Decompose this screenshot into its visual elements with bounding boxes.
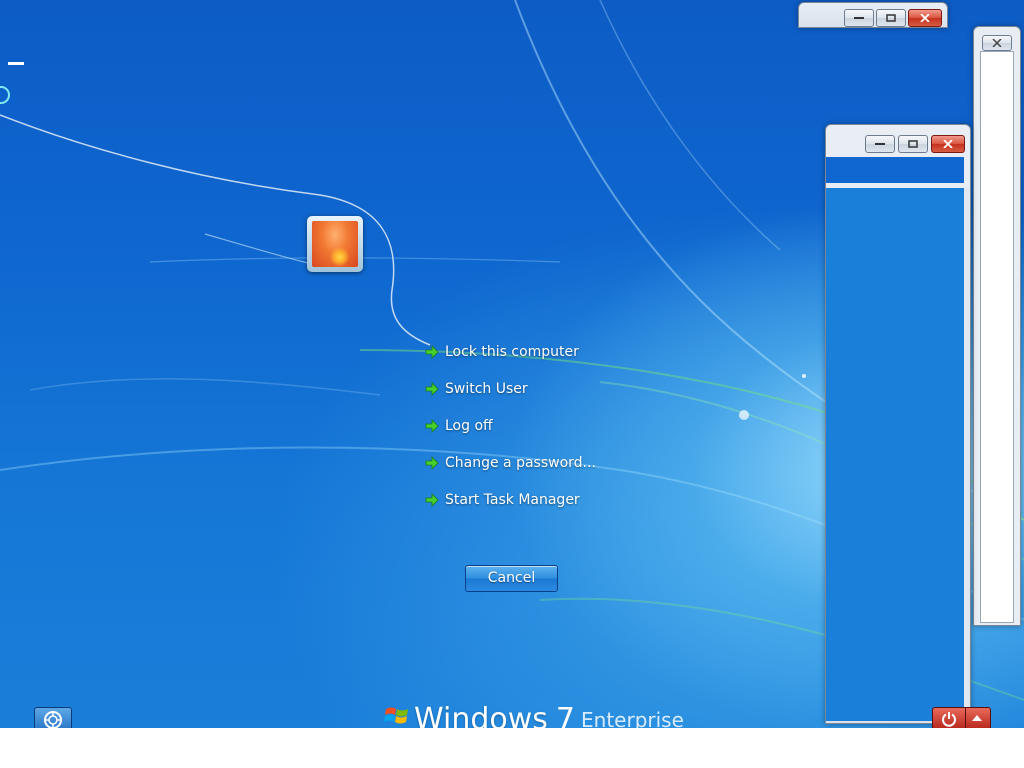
green-arrow-icon: [425, 456, 439, 470]
logon-security-screen: Lock this computer Switch User Log off C…: [0, 0, 1024, 728]
window-content-area: [826, 188, 969, 721]
security-options-list: Lock this computer Switch User Log off C…: [424, 340, 596, 525]
background-window-top: [798, 2, 948, 28]
maximize-icon: [908, 140, 918, 148]
log-off-option[interactable]: Log off: [424, 414, 596, 451]
background-window-right: [973, 26, 1021, 626]
minimize-button[interactable]: [865, 135, 895, 153]
partial-window-edge: [8, 62, 24, 65]
windows-edition: Enterprise: [581, 708, 684, 728]
green-arrow-icon: [425, 382, 439, 396]
minimize-button[interactable]: [844, 9, 874, 27]
ease-of-access-icon: [44, 711, 62, 728]
user-tile: [307, 216, 363, 272]
windows-flag-icon: [384, 707, 408, 724]
user-picture: [312, 221, 358, 267]
windows-version: 7: [555, 703, 576, 728]
green-arrow-icon: [425, 493, 439, 507]
windows-branding: Windows 7 Enterprise: [384, 703, 684, 728]
close-button[interactable]: [931, 135, 965, 153]
ease-of-access-button[interactable]: [34, 707, 72, 728]
maximize-icon: [886, 14, 896, 22]
window-content-area: [980, 51, 1014, 623]
option-label: Log off: [445, 418, 493, 434]
arrow-up-icon: [972, 715, 982, 721]
close-icon: [992, 39, 1002, 47]
option-label: Lock this computer: [445, 344, 579, 360]
green-arrow-icon: [425, 419, 439, 433]
screen-bottom-blank: [0, 728, 1024, 768]
windows-wordmark: Windows: [414, 703, 548, 728]
close-icon: [920, 14, 930, 22]
option-label: Start Task Manager: [445, 492, 580, 508]
close-icon: [943, 140, 953, 148]
shutdown-options-button[interactable]: [965, 707, 991, 728]
power-icon: [942, 712, 956, 727]
minimize-icon: [854, 17, 864, 19]
window-toolbar-area: [826, 157, 964, 183]
close-button[interactable]: [908, 9, 942, 27]
minimize-icon: [875, 143, 885, 145]
start-task-manager-option[interactable]: Start Task Manager: [424, 488, 596, 525]
maximize-button[interactable]: [898, 135, 928, 153]
background-window-middle: [825, 124, 971, 724]
close-button[interactable]: [982, 35, 1012, 51]
maximize-button[interactable]: [876, 9, 906, 27]
green-arrow-icon: [425, 345, 439, 359]
option-label: Switch User: [445, 381, 528, 397]
change-password-option[interactable]: Change a password...: [424, 451, 596, 488]
lock-computer-option[interactable]: Lock this computer: [424, 340, 596, 377]
shutdown-button[interactable]: [932, 707, 966, 728]
option-label: Change a password...: [445, 455, 596, 471]
cancel-button[interactable]: Cancel: [465, 565, 558, 592]
switch-user-option[interactable]: Switch User: [424, 377, 596, 414]
